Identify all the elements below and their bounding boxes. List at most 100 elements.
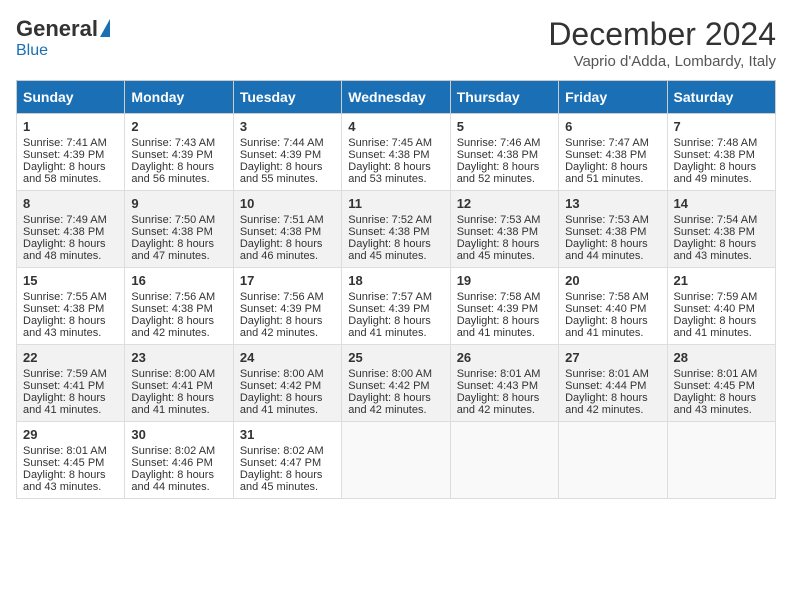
day-number: 15	[23, 273, 118, 288]
daylight-label: Daylight: 8 hours and 45 minutes.	[457, 238, 540, 262]
day-cell-24: 24 Sunrise: 8:00 AM Sunset: 4:42 PM Dayl…	[233, 345, 341, 422]
day-cell-26: 26 Sunrise: 8:01 AM Sunset: 4:43 PM Dayl…	[450, 345, 558, 422]
sunrise-label: Sunrise: 7:53 AM	[457, 214, 541, 226]
sunset-label: Sunset: 4:39 PM	[348, 303, 429, 315]
sunset-label: Sunset: 4:38 PM	[565, 226, 646, 238]
sunrise-label: Sunrise: 7:52 AM	[348, 214, 432, 226]
day-number: 30	[131, 427, 226, 442]
day-cell-20: 20 Sunrise: 7:58 AM Sunset: 4:40 PM Dayl…	[559, 268, 667, 345]
sunrise-label: Sunrise: 8:02 AM	[131, 445, 215, 457]
day-number: 18	[348, 273, 443, 288]
day-cell-25: 25 Sunrise: 8:00 AM Sunset: 4:42 PM Dayl…	[342, 345, 450, 422]
day-cell-10: 10 Sunrise: 7:51 AM Sunset: 4:38 PM Dayl…	[233, 191, 341, 268]
day-cell-23: 23 Sunrise: 8:00 AM Sunset: 4:41 PM Dayl…	[125, 345, 233, 422]
sunset-label: Sunset: 4:40 PM	[674, 303, 755, 315]
day-number: 31	[240, 427, 335, 442]
calendar-row-5: 29 Sunrise: 8:01 AM Sunset: 4:45 PM Dayl…	[17, 422, 776, 499]
sunset-label: Sunset: 4:39 PM	[23, 149, 104, 161]
daylight-label: Daylight: 8 hours and 44 minutes.	[131, 469, 214, 493]
sunset-label: Sunset: 4:42 PM	[240, 380, 321, 392]
logo-triangle-icon	[100, 19, 110, 37]
sunrise-label: Sunrise: 7:45 AM	[348, 137, 432, 149]
page-header: General Blue December 2024 Vaprio d'Adda…	[16, 16, 776, 70]
day-number: 2	[131, 119, 226, 134]
header-saturday: Saturday	[667, 81, 775, 114]
day-cell-13: 13 Sunrise: 7:53 AM Sunset: 4:38 PM Dayl…	[559, 191, 667, 268]
sunset-label: Sunset: 4:45 PM	[23, 457, 104, 469]
day-cell-12: 12 Sunrise: 7:53 AM Sunset: 4:38 PM Dayl…	[450, 191, 558, 268]
day-number: 10	[240, 196, 335, 211]
day-number: 25	[348, 350, 443, 365]
daylight-label: Daylight: 8 hours and 41 minutes.	[348, 315, 431, 339]
daylight-label: Daylight: 8 hours and 43 minutes.	[23, 315, 106, 339]
day-cell-6: 6 Sunrise: 7:47 AM Sunset: 4:38 PM Dayli…	[559, 114, 667, 191]
day-cell-27: 27 Sunrise: 8:01 AM Sunset: 4:44 PM Dayl…	[559, 345, 667, 422]
daylight-label: Daylight: 8 hours and 58 minutes.	[23, 161, 106, 185]
daylight-label: Daylight: 8 hours and 49 minutes.	[674, 161, 757, 185]
day-number: 13	[565, 196, 660, 211]
daylight-label: Daylight: 8 hours and 52 minutes.	[457, 161, 540, 185]
day-number: 19	[457, 273, 552, 288]
sunrise-label: Sunrise: 8:00 AM	[348, 368, 432, 380]
sunset-label: Sunset: 4:40 PM	[565, 303, 646, 315]
sunset-label: Sunset: 4:38 PM	[131, 303, 212, 315]
day-number: 1	[23, 119, 118, 134]
day-cell-31: 31 Sunrise: 8:02 AM Sunset: 4:47 PM Dayl…	[233, 422, 341, 499]
sunset-label: Sunset: 4:39 PM	[131, 149, 212, 161]
daylight-label: Daylight: 8 hours and 41 minutes.	[457, 315, 540, 339]
daylight-label: Daylight: 8 hours and 41 minutes.	[240, 392, 323, 416]
day-cell-11: 11 Sunrise: 7:52 AM Sunset: 4:38 PM Dayl…	[342, 191, 450, 268]
day-number: 7	[674, 119, 769, 134]
day-cell-16: 16 Sunrise: 7:56 AM Sunset: 4:38 PM Dayl…	[125, 268, 233, 345]
title-area: December 2024 Vaprio d'Adda, Lombardy, I…	[548, 16, 776, 70]
day-number: 28	[674, 350, 769, 365]
sunrise-label: Sunrise: 7:56 AM	[131, 291, 215, 303]
sunrise-label: Sunrise: 7:55 AM	[23, 291, 107, 303]
sunset-label: Sunset: 4:38 PM	[674, 149, 755, 161]
sunrise-label: Sunrise: 7:51 AM	[240, 214, 324, 226]
day-number: 4	[348, 119, 443, 134]
sunset-label: Sunset: 4:46 PM	[131, 457, 212, 469]
day-number: 29	[23, 427, 118, 442]
month-title: December 2024	[548, 16, 776, 53]
sunset-label: Sunset: 4:38 PM	[565, 149, 646, 161]
sunset-label: Sunset: 4:43 PM	[457, 380, 538, 392]
header-row: Sunday Monday Tuesday Wednesday Thursday…	[17, 81, 776, 114]
day-cell-1: 1 Sunrise: 7:41 AM Sunset: 4:39 PM Dayli…	[17, 114, 125, 191]
day-cell-3: 3 Sunrise: 7:44 AM Sunset: 4:39 PM Dayli…	[233, 114, 341, 191]
day-number: 12	[457, 196, 552, 211]
daylight-label: Daylight: 8 hours and 45 minutes.	[240, 469, 323, 493]
day-cell-17: 17 Sunrise: 7:56 AM Sunset: 4:39 PM Dayl…	[233, 268, 341, 345]
day-cell-2: 2 Sunrise: 7:43 AM Sunset: 4:39 PM Dayli…	[125, 114, 233, 191]
daylight-label: Daylight: 8 hours and 42 minutes.	[240, 315, 323, 339]
sunrise-label: Sunrise: 7:57 AM	[348, 291, 432, 303]
daylight-label: Daylight: 8 hours and 45 minutes.	[348, 238, 431, 262]
calendar-row-2: 8 Sunrise: 7:49 AM Sunset: 4:38 PM Dayli…	[17, 191, 776, 268]
header-thursday: Thursday	[450, 81, 558, 114]
sunset-label: Sunset: 4:38 PM	[240, 226, 321, 238]
sunrise-label: Sunrise: 8:01 AM	[565, 368, 649, 380]
day-number: 20	[565, 273, 660, 288]
daylight-label: Daylight: 8 hours and 43 minutes.	[674, 392, 757, 416]
header-tuesday: Tuesday	[233, 81, 341, 114]
sunrise-label: Sunrise: 8:00 AM	[131, 368, 215, 380]
sunrise-label: Sunrise: 7:49 AM	[23, 214, 107, 226]
sunrise-label: Sunrise: 7:59 AM	[23, 368, 107, 380]
day-number: 5	[457, 119, 552, 134]
header-wednesday: Wednesday	[342, 81, 450, 114]
day-cell-15: 15 Sunrise: 7:55 AM Sunset: 4:38 PM Dayl…	[17, 268, 125, 345]
sunset-label: Sunset: 4:42 PM	[348, 380, 429, 392]
daylight-label: Daylight: 8 hours and 47 minutes.	[131, 238, 214, 262]
day-number: 16	[131, 273, 226, 288]
day-cell-empty	[667, 422, 775, 499]
sunset-label: Sunset: 4:38 PM	[23, 226, 104, 238]
daylight-label: Daylight: 8 hours and 43 minutes.	[23, 469, 106, 493]
sunset-label: Sunset: 4:47 PM	[240, 457, 321, 469]
day-cell-5: 5 Sunrise: 7:46 AM Sunset: 4:38 PM Dayli…	[450, 114, 558, 191]
sunset-label: Sunset: 4:39 PM	[457, 303, 538, 315]
day-cell-28: 28 Sunrise: 8:01 AM Sunset: 4:45 PM Dayl…	[667, 345, 775, 422]
sunrise-label: Sunrise: 8:00 AM	[240, 368, 324, 380]
day-number: 27	[565, 350, 660, 365]
day-cell-14: 14 Sunrise: 7:54 AM Sunset: 4:38 PM Dayl…	[667, 191, 775, 268]
day-number: 9	[131, 196, 226, 211]
